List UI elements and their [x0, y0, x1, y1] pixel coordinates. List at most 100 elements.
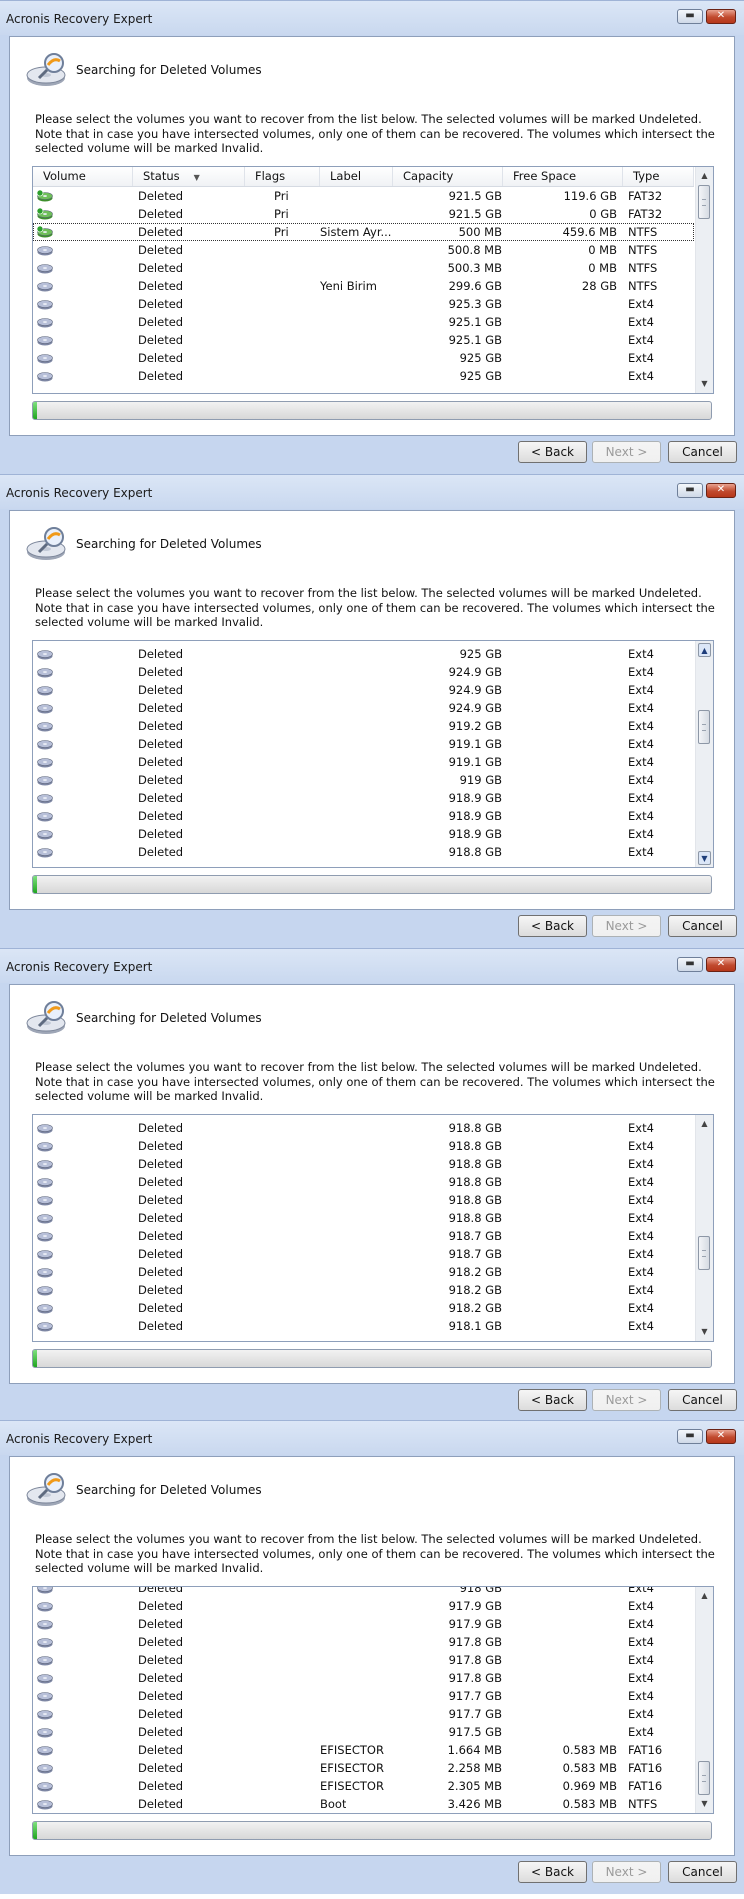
table-row[interactable]: Deleted 925.1 GB Ext4	[33, 313, 694, 331]
next-button[interactable]: Next >	[592, 1389, 661, 1411]
scroll-down-icon[interactable]: ▼	[698, 1797, 711, 1811]
table-row[interactable]: Deleted 917.9 GB Ext4	[33, 1597, 694, 1615]
disk-icon	[36, 1319, 54, 1333]
vertical-scrollbar[interactable]: ▲ ▼	[695, 1115, 713, 1341]
capacity-cell: 917.9 GB	[448, 1599, 502, 1613]
table-row[interactable]: Deleted 918.2 GB Ext4	[33, 1299, 694, 1317]
table-row[interactable]: Deleted 500.8 MB 0 MB NTFS	[33, 241, 694, 259]
scrollbar-thumb[interactable]	[698, 1235, 710, 1270]
volume-list[interactable]: Volume Status ▼ Flags Label Capacity Free Spac…	[32, 166, 714, 394]
scroll-down-icon[interactable]: ▼	[698, 1325, 711, 1339]
table-row[interactable]: Deleted 925 GB Ext4	[33, 349, 694, 367]
minimize-button[interactable]: ▬	[677, 957, 703, 972]
table-row[interactable]: Deleted 918.1 GB Ext4	[33, 1317, 694, 1335]
table-row[interactable]: Deleted 918.2 GB Ext4	[33, 1263, 694, 1281]
table-row[interactable]: Deleted 918.2 GB Ext4	[33, 1281, 694, 1299]
table-row[interactable]: Deleted 919 GB Ext4	[33, 771, 694, 789]
table-row[interactable]: Deleted 917.8 GB Ext4	[33, 1633, 694, 1651]
table-row[interactable]: Deleted 917.7 GB Ext4	[33, 1705, 694, 1723]
table-row[interactable]: Deleted EFISECTOR 2.305 MB 0.969 MB FAT16	[33, 1777, 694, 1795]
table-row[interactable]: Deleted 917.8 GB Ext4	[33, 1669, 694, 1687]
table-row[interactable]: Deleted 918.7 GB Ext4	[33, 1227, 694, 1245]
status-cell: Deleted	[138, 809, 184, 823]
table-row[interactable]: Deleted 500.3 MB 0 MB NTFS	[33, 259, 694, 277]
cancel-button[interactable]: Cancel	[668, 1861, 737, 1883]
col-flags[interactable]: Flags	[245, 167, 320, 186]
close-button[interactable]: ✕	[706, 9, 736, 24]
close-button[interactable]: ✕	[706, 1429, 736, 1444]
scroll-down-icon[interactable]: ▼	[698, 377, 711, 391]
next-button[interactable]: Next >	[592, 915, 661, 937]
table-row[interactable]: Deleted Pri Sistem Ayr... 500 MB 459.6 MB NTF…	[33, 223, 694, 241]
back-button[interactable]: < Back	[518, 1861, 587, 1883]
close-button[interactable]: ✕	[706, 957, 736, 972]
back-button[interactable]: < Back	[518, 915, 587, 937]
vertical-scrollbar[interactable]: ▲ ▼	[695, 1587, 713, 1813]
table-row[interactable]: Deleted 919.1 GB Ext4	[33, 753, 694, 771]
table-row[interactable]: Deleted 917.5 GB Ext4	[33, 1723, 694, 1741]
table-row[interactable]: Deleted 917.8 GB Ext4	[33, 1651, 694, 1669]
table-row[interactable]: Deleted 917.9 GB Ext4	[33, 1615, 694, 1633]
col-status[interactable]: Status ▼	[133, 167, 245, 186]
back-button[interactable]: < Back	[518, 1389, 587, 1411]
table-row[interactable]: Deleted 918.8 GB Ext4	[33, 843, 694, 861]
table-row[interactable]: Deleted 918.8 GB Ext4	[33, 1155, 694, 1173]
close-button[interactable]: ✕	[706, 483, 736, 498]
table-row[interactable]: Deleted 918.9 GB Ext4	[33, 789, 694, 807]
table-row[interactable]: Deleted 919.2 GB Ext4	[33, 717, 694, 735]
scrollbar-thumb[interactable]	[698, 185, 710, 219]
scroll-up-icon[interactable]: ▲	[698, 643, 711, 657]
table-row[interactable]: Deleted EFISECTOR 2.258 MB 0.583 MB FAT16	[33, 1759, 694, 1777]
table-row[interactable]: Deleted 924.9 GB Ext4	[33, 663, 694, 681]
table-row[interactable]: Deleted 918.8 GB Ext4	[33, 1119, 694, 1137]
col-type[interactable]: Type	[623, 167, 694, 186]
col-label[interactable]: Label	[320, 167, 393, 186]
table-row[interactable]: Deleted 918.8 GB Ext4	[33, 1173, 694, 1191]
table-row[interactable]: Deleted 918.8 GB Ext4	[33, 1209, 694, 1227]
next-button[interactable]: Next >	[592, 441, 661, 463]
table-row[interactable]: Deleted 918.7 GB Ext4	[33, 1245, 694, 1263]
minimize-button[interactable]: ▬	[677, 483, 703, 498]
table-row[interactable]: Deleted Pri 921.5 GB 0 GB FAT32	[33, 205, 694, 223]
vertical-scrollbar[interactable]: ▲ ▼	[695, 641, 713, 867]
back-button[interactable]: < Back	[518, 441, 587, 463]
scrollbar-thumb[interactable]	[698, 710, 710, 745]
col-volume[interactable]: Volume	[33, 167, 133, 186]
scroll-up-icon[interactable]: ▲	[698, 1589, 711, 1603]
minimize-button[interactable]: ▬	[677, 1429, 703, 1444]
volume-list[interactable]: Deleted 925 GB Ext4 Deleted 924.9 GB Ext4 Dele…	[32, 640, 714, 868]
cancel-button[interactable]: Cancel	[668, 915, 737, 937]
table-row[interactable]: Deleted 918.9 GB Ext4	[33, 825, 694, 843]
next-button[interactable]: Next >	[592, 1861, 661, 1883]
table-row[interactable]: Deleted 919.1 GB Ext4	[33, 735, 694, 753]
col-free-space[interactable]: Free Space	[503, 167, 623, 186]
table-row[interactable]: Deleted 925.3 GB Ext4	[33, 295, 694, 313]
table-row[interactable]: Deleted 924.9 GB Ext4	[33, 681, 694, 699]
table-row[interactable]: Deleted 925 GB Ext4	[33, 645, 694, 663]
table-row[interactable]: Deleted 924.9 GB Ext4	[33, 699, 694, 717]
scrollbar-thumb[interactable]	[698, 1761, 710, 1795]
table-row[interactable]: Deleted EFISECTOR 1.664 MB 0.583 MB FAT16	[33, 1741, 694, 1759]
table-row[interactable]: Deleted Boot 3.426 MB 0.583 MB NTFS	[33, 1795, 694, 1813]
volume-list[interactable]: Deleted 918.8 GB Ext4 Deleted 918.8 GB Ext4 De…	[32, 1114, 714, 1342]
cancel-button[interactable]: Cancel	[668, 441, 737, 463]
table-row[interactable]: Deleted 925.1 GB Ext4	[33, 331, 694, 349]
minimize-button[interactable]: ▬	[677, 9, 703, 24]
vertical-scrollbar[interactable]: ▲ ▼	[695, 167, 713, 393]
table-row[interactable]: Deleted Pri 921.5 GB 119.6 GB FAT32	[33, 187, 694, 205]
disk-icon	[36, 1761, 54, 1775]
col-capacity[interactable]: Capacity	[393, 167, 503, 186]
table-row[interactable]: Deleted Yeni Birim 299.6 GB 28 GB NTFS	[33, 277, 694, 295]
table-row[interactable]: Deleted 925 GB Ext4	[33, 367, 694, 385]
table-row[interactable]: Deleted 918.9 GB Ext4	[33, 807, 694, 825]
table-row[interactable]: Deleted 918.8 GB Ext4	[33, 1137, 694, 1155]
type-cell: Ext4	[628, 1617, 654, 1631]
volume-list[interactable]: Deleted 918 GB Ext4 Deleted 917.9 GB Ext4 Dele…	[32, 1586, 714, 1814]
scroll-down-icon[interactable]: ▼	[698, 851, 711, 865]
table-row[interactable]: Deleted 918.8 GB Ext4	[33, 1191, 694, 1209]
table-row[interactable]: Deleted 917.7 GB Ext4	[33, 1687, 694, 1705]
table-row[interactable]: Deleted 918 GB Ext4	[33, 1587, 694, 1597]
scroll-up-icon[interactable]: ▲	[698, 169, 711, 183]
cancel-button[interactable]: Cancel	[668, 1389, 737, 1411]
scroll-up-icon[interactable]: ▲	[698, 1117, 711, 1131]
